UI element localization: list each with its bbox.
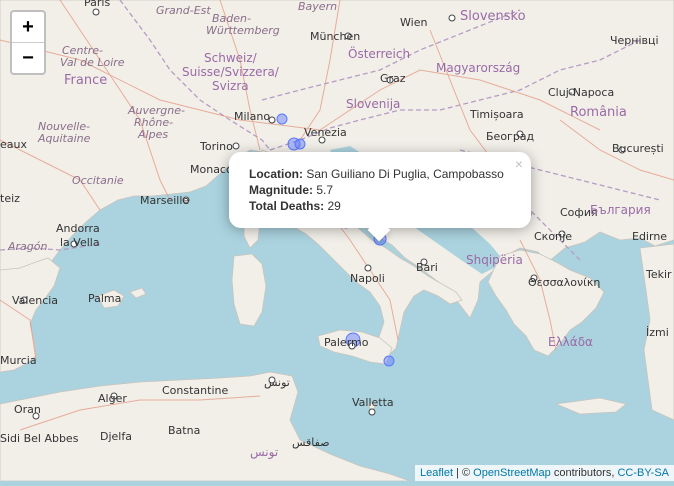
- marker-popup: × Location: San Guiliano Di Puglia, Camp…: [229, 152, 531, 242]
- leaflet-link[interactable]: Leaflet: [420, 467, 453, 479]
- popup-deaths-row: Total Deaths: 29: [249, 198, 511, 214]
- place-label: Чернівці: [610, 34, 659, 47]
- place-label: eaux: [0, 138, 27, 151]
- place-label: Slovensko: [460, 9, 526, 24]
- magnitude-value: 5.7: [316, 183, 334, 197]
- place-label: Edirne: [632, 230, 667, 243]
- popup-content: Location: San Guiliano Di Puglia, Campob…: [229, 152, 531, 228]
- place-label: Slovenija: [346, 97, 400, 111]
- quake-marker[interactable]: [294, 138, 306, 150]
- license-link[interactable]: CC-BY-SA: [617, 467, 669, 479]
- place-label: Constantine: [162, 384, 228, 397]
- place-label: Valencia: [12, 294, 58, 307]
- place-label: France: [64, 73, 107, 88]
- place-label: Valletta: [352, 396, 394, 409]
- place-label: Oran: [14, 403, 41, 416]
- place-label: München: [310, 30, 360, 43]
- deaths-value: 29: [327, 199, 341, 213]
- place-label: Batna: [168, 424, 200, 437]
- place-label: Aquitaine: [37, 132, 91, 145]
- place-label: Österreich: [348, 45, 410, 61]
- place-label: Palermo: [324, 336, 369, 349]
- place-label: București: [612, 142, 664, 155]
- attribution-sep: | ©: [453, 467, 474, 479]
- place-label: Tekir: [645, 268, 672, 281]
- place-label: Occitanie: [72, 174, 124, 187]
- place-label: Aragón: [7, 240, 48, 253]
- place-label: Venezia: [304, 126, 347, 139]
- place-label: Alger: [98, 392, 127, 405]
- place-label: Schweiz/: [204, 51, 258, 65]
- place-label: Monaco: [190, 163, 233, 176]
- place-label: Скопје: [534, 230, 572, 243]
- place-label: Milano: [234, 110, 270, 123]
- place-label: Graz: [380, 72, 406, 85]
- place-label: Alpes: [137, 128, 168, 141]
- place-label: Bayern: [298, 0, 337, 13]
- place-label: Magyarország: [436, 61, 520, 75]
- place-label: Murcia: [0, 354, 37, 367]
- place-label: صفاقس: [292, 436, 330, 449]
- zoom-out-button[interactable]: −: [12, 43, 44, 73]
- attribution-contrib: contributors,: [550, 467, 618, 479]
- place-label: Bari: [416, 261, 438, 274]
- place-label: teiz: [0, 192, 20, 205]
- quake-marker[interactable]: [276, 113, 288, 125]
- popup-close-button[interactable]: ×: [515, 156, 523, 172]
- magnitude-label: Magnitude:: [249, 183, 313, 197]
- place-label: Sidi Bel Abbes: [0, 432, 79, 445]
- zoom-control: + −: [10, 10, 46, 75]
- place-label: Napoli: [350, 272, 385, 285]
- map-tiles: Paris Grand-Est Bayern Wien Slovensko Че…: [0, 0, 674, 482]
- attribution: Leaflet | © OpenStreetMap contributors, …: [414, 465, 674, 481]
- place-label: Val de Loire: [60, 56, 125, 69]
- place-label: Grand-Est: [156, 4, 211, 17]
- place-label: Paris: [84, 0, 110, 9]
- popup-location-row: Location: San Guiliano Di Puglia, Campob…: [249, 166, 511, 182]
- place-label: Djelfa: [100, 430, 132, 443]
- place-label: Marseille: [140, 194, 189, 207]
- place-label: Andorra: [56, 222, 100, 235]
- place-label: Wien: [400, 16, 427, 29]
- place-label: Suisse/Svizzera/: [182, 65, 280, 79]
- popup-magnitude-row: Magnitude: 5.7: [249, 182, 511, 198]
- place-label: تونس: [264, 376, 290, 389]
- place-label: România: [570, 105, 627, 120]
- quake-marker[interactable]: [383, 355, 395, 367]
- location-label: Location:: [249, 167, 303, 181]
- place-label: Torino: [199, 140, 233, 153]
- location-value: San Guiliano Di Puglia, Campobasso: [306, 167, 504, 181]
- deaths-label: Total Deaths:: [249, 199, 325, 213]
- place-label: Cluj-Napoca: [548, 86, 614, 99]
- place-label: България: [590, 203, 651, 217]
- place-label: Württemberg: [206, 24, 280, 37]
- zoom-in-button[interactable]: +: [12, 12, 44, 43]
- place-label: Svizra: [212, 79, 249, 93]
- place-label: Θεσσαλονίκη: [528, 276, 600, 289]
- place-label: تونس: [250, 445, 278, 460]
- place-label: Timișoara: [469, 108, 524, 121]
- map[interactable]: Paris Grand-Est Bayern Wien Slovensko Че…: [0, 0, 674, 482]
- place-label: Shqipëria: [466, 253, 523, 267]
- place-label: Palma: [88, 292, 121, 305]
- place-label: la Vella: [60, 236, 100, 249]
- place-label: Београд: [486, 130, 535, 143]
- place-label: Ελλάδα: [548, 335, 593, 349]
- place-label: İzmi: [646, 326, 669, 339]
- osm-link[interactable]: OpenStreetMap: [473, 467, 551, 479]
